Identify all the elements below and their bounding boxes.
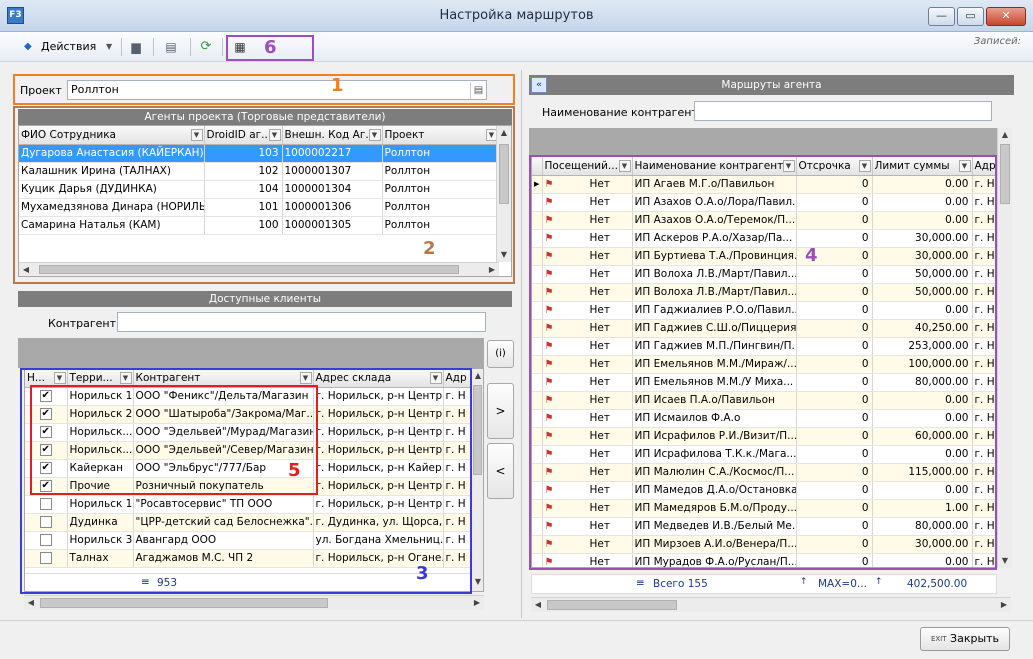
actions-icon: ◆ [24, 41, 32, 52]
routes-group-area [529, 128, 997, 156]
annotation-number-5: 5 [288, 460, 301, 481]
annotation-box-2 [13, 106, 515, 284]
maximize-button[interactable]: ▭ [957, 7, 984, 26]
clients-group-area [18, 338, 484, 368]
toolbar-separator [190, 38, 191, 56]
collapse-left-icon[interactable]: « [531, 77, 547, 93]
actions-menu-label[interactable]: Действия [41, 37, 96, 57]
routes-max: MAX=0... [818, 578, 867, 590]
toolbar: ◆ Действия ▼ ▆ ▤ ⟳ ▦ Записей: [0, 32, 1033, 62]
chevron-down-icon[interactable]: ▼ [106, 37, 112, 57]
refresh-icon[interactable]: ⟳ [198, 38, 214, 56]
routes-panel-title: Маршруты агента [721, 79, 822, 91]
routes-footer: ≡ Всего 155 ↑ MAX=0... ↑ 402,500.00 [531, 574, 997, 594]
clients-filter-label: Контрагент [48, 317, 117, 330]
annotation-number-4: 4 [805, 245, 818, 266]
close-button-label: Закрыть [950, 632, 1000, 645]
close-button[interactable]: EXIT Закрыть [920, 627, 1010, 651]
routes-filter-input[interactable] [694, 101, 992, 121]
records-count-label: Записей: [973, 36, 1021, 47]
edit-document-icon[interactable]: ▤ [163, 38, 179, 56]
routes-horizontal-scrollbar[interactable]: ◀ ▶ [531, 597, 1011, 612]
routes-total: Всего 155 [653, 578, 708, 590]
routes-panel-header: « Маршруты агента [529, 75, 1014, 95]
close-window-button[interactable]: ✕ [986, 7, 1026, 26]
clients-horizontal-scrollbar[interactable]: ◀ ▶ [24, 595, 484, 610]
panel-splitter[interactable] [521, 70, 522, 618]
annotation-number-1: 1 [331, 75, 344, 96]
exit-icon: EXIT [930, 635, 947, 643]
annotation-box-4 [529, 155, 997, 570]
info-button[interactable]: (i) [487, 340, 514, 368]
routes-vertical-scrollbar[interactable]: ▲ ▼ [997, 128, 1012, 568]
clients-panel-header: Доступные клиенты [18, 291, 512, 307]
annotation-number-3: 3 [416, 563, 429, 584]
window-title: Настройка маршрутов [439, 8, 594, 23]
annotation-box-5 [30, 385, 318, 495]
document-icon[interactable]: ▆ [128, 38, 144, 56]
routes-sum: 402,500.00 [907, 578, 968, 590]
clients-filter-input[interactable] [117, 312, 486, 332]
toolbar-separator [222, 38, 223, 56]
annotation-box-1 [13, 74, 515, 105]
remove-from-route-button[interactable]: < [487, 443, 514, 499]
annotation-number-6: 6 [264, 37, 277, 58]
max-icon: ↑ [800, 577, 808, 587]
routes-filter-label: Наименование контрагента [542, 106, 705, 119]
minimize-button[interactable]: — [928, 7, 955, 26]
title-bar: F3 Настройка маршрутов — ▭ ✕ [0, 0, 1033, 32]
list-icon: ≡ [636, 577, 645, 589]
toolbar-separator [153, 38, 154, 56]
bottom-bar [0, 620, 1033, 659]
add-to-route-button[interactable]: > [487, 383, 514, 439]
clients-vertical-scrollbar[interactable]: ▲ ▼ [471, 369, 483, 591]
toolbar-separator [121, 38, 122, 56]
sum-icon: ↑ [875, 577, 883, 587]
annotation-number-2: 2 [423, 238, 436, 259]
